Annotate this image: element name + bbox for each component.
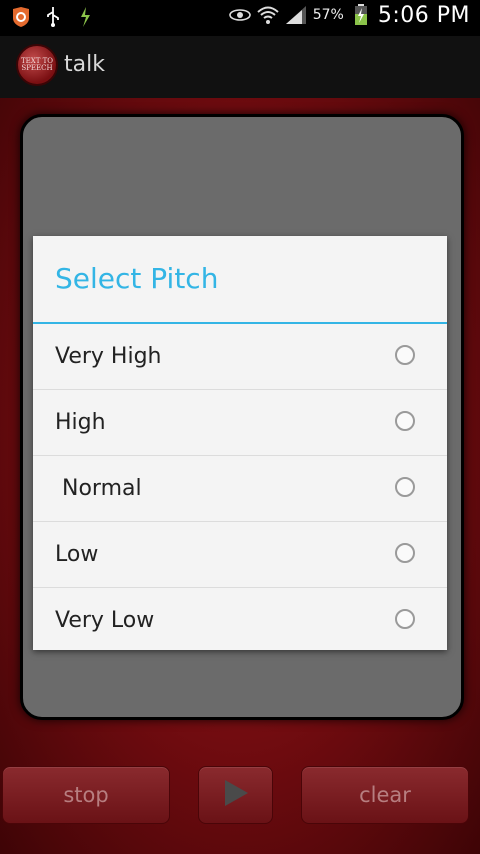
app-logo[interactable]: TEXT TO SPEECH (16, 44, 58, 86)
clear-button[interactable]: clear (301, 766, 469, 824)
stop-button[interactable]: stop (2, 766, 170, 824)
select-pitch-dialog: Select Pitch Very High High Normal Low V… (33, 236, 447, 650)
radio-button[interactable] (395, 411, 415, 431)
plug-icon (74, 4, 96, 30)
clock: 5:06 PM (377, 2, 470, 28)
battery-percent: 57% (312, 7, 344, 23)
status-bar-right: 57% 5:06 PM (228, 2, 470, 28)
app-bar: TEXT TO SPEECH talk (0, 36, 480, 99)
pitch-option-high[interactable]: High (33, 390, 447, 456)
shield-app-icon (10, 4, 32, 30)
option-label: Very Low (55, 608, 155, 633)
eye-icon (228, 2, 251, 28)
radio-button[interactable] (395, 345, 415, 365)
option-label: Low (55, 542, 99, 567)
usb-icon (42, 4, 64, 30)
signal-icon (285, 2, 307, 28)
play-icon (222, 778, 250, 813)
dialog-title: Select Pitch (33, 236, 447, 324)
status-bar: 57% 5:06 PM (0, 0, 480, 36)
pitch-option-normal[interactable]: Normal (33, 456, 447, 522)
app-title: talk (64, 52, 105, 77)
pitch-option-low[interactable]: Low (33, 522, 447, 588)
pitch-option-very-high[interactable]: Very High (33, 324, 447, 390)
play-button[interactable] (198, 766, 273, 824)
battery-charging-icon (350, 2, 372, 28)
option-label: Normal (55, 476, 142, 501)
option-label: Very High (55, 344, 162, 369)
pitch-option-very-low[interactable]: Very Low (33, 588, 447, 653)
radio-button[interactable] (395, 477, 415, 497)
radio-button[interactable] (395, 543, 415, 563)
radio-button[interactable] (395, 609, 415, 629)
wifi-icon (257, 2, 279, 28)
option-label: High (55, 410, 106, 435)
status-bar-left (10, 4, 96, 30)
app-logo-text: TEXT TO SPEECH (20, 57, 54, 72)
